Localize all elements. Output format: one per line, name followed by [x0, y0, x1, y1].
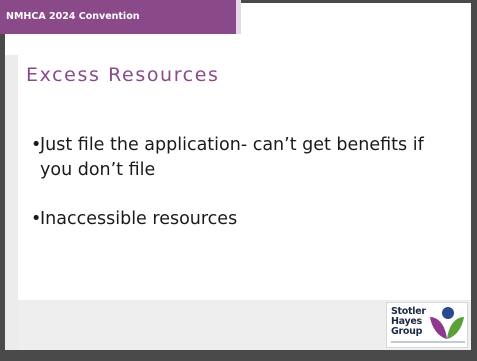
- bullet-text: Inaccessible resources: [40, 209, 238, 229]
- bullet-marker: •: [31, 135, 42, 155]
- bullet-item: • Inaccessible resources: [31, 207, 431, 232]
- left-accent-strip: [5, 55, 18, 350]
- bullet-marker: •: [31, 209, 42, 229]
- logo-wordmark: Stotler Hayes Group: [391, 307, 426, 337]
- logo-line-3: Group: [391, 326, 423, 337]
- slide: NMHCA 2024 Convention Excess Resources •…: [0, 0, 477, 361]
- frame-right: [471, 0, 477, 361]
- header-bar: NMHCA 2024 Convention: [0, 0, 236, 34]
- bullet-list: • Just file the application- can’t get b…: [31, 133, 431, 232]
- bullet-item: • Just file the application- can’t get b…: [31, 133, 431, 183]
- slide-title: Excess Resources: [26, 64, 220, 86]
- header-bar-edge: [236, 0, 241, 34]
- frame-bottom: [0, 350, 477, 361]
- stotler-hayes-group-logo: Stotler Hayes Group: [386, 302, 468, 348]
- bullet-text: Just file the application- can’t get ben…: [40, 135, 424, 180]
- convention-label: NMHCA 2024 Convention: [6, 11, 140, 22]
- logo-tagline: [391, 341, 465, 343]
- logo-mark-icon: [430, 307, 464, 339]
- frame-top: [241, 0, 477, 3]
